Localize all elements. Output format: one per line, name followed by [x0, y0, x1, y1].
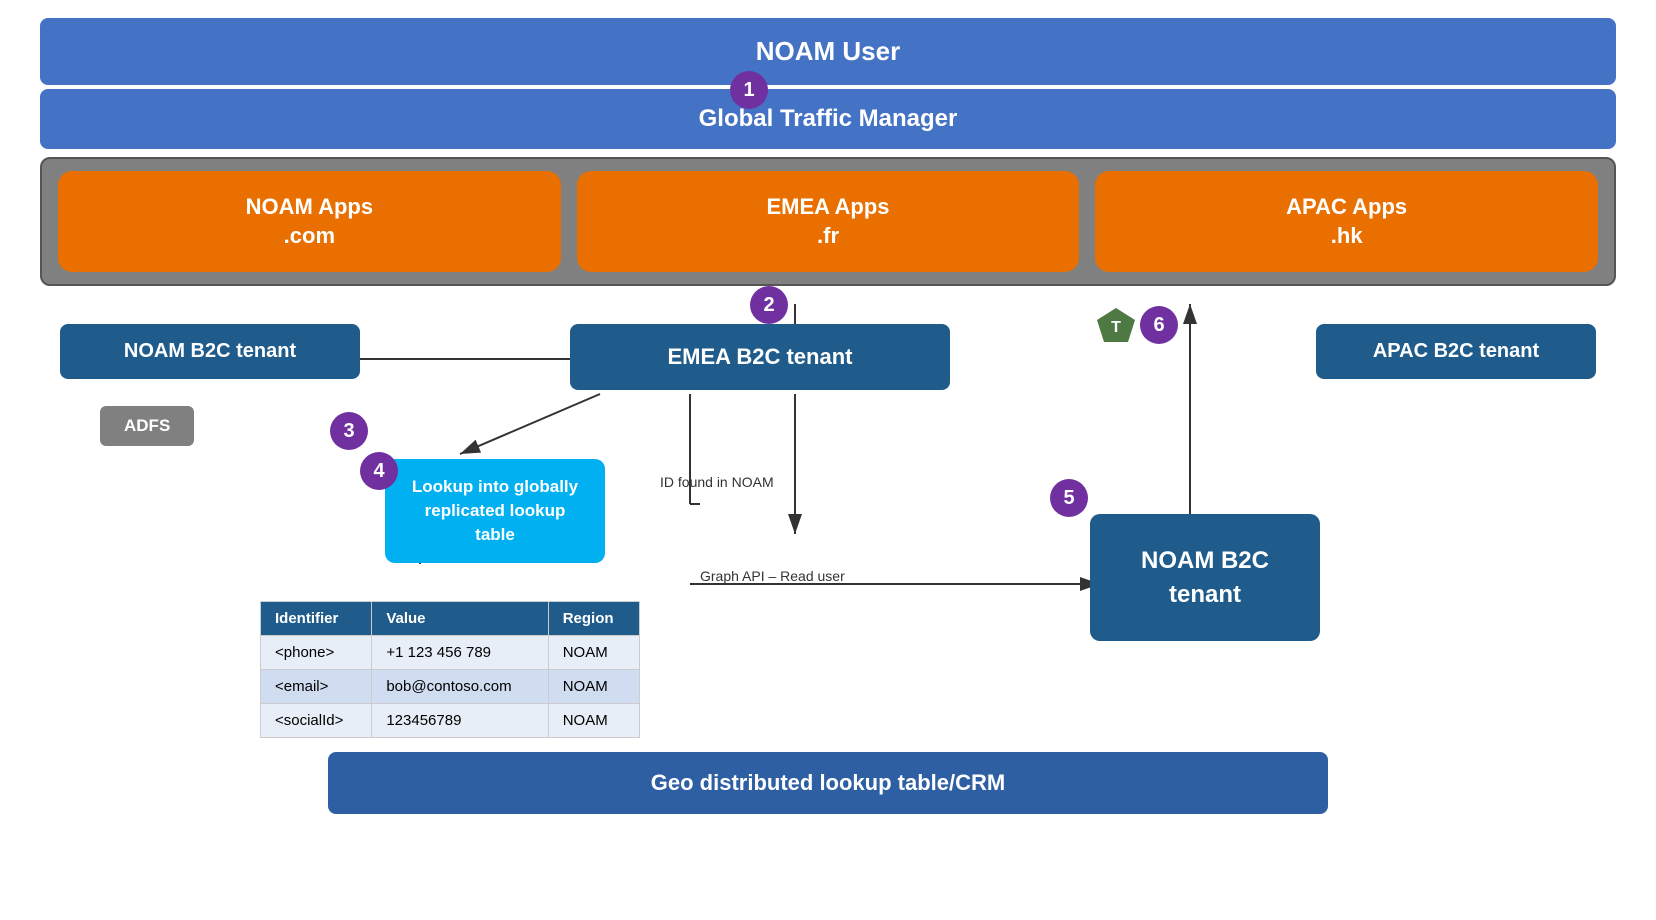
- diagram-container: NOAM User 1 Global Traffic Manager NOAM …: [0, 0, 1656, 920]
- svg-text:T: T: [1111, 319, 1121, 336]
- table-row: <phone> +1 123 456 789 NOAM: [261, 636, 640, 670]
- col-header-region: Region: [548, 602, 639, 636]
- table-row: <email> bob@contoso.com NOAM: [261, 670, 640, 704]
- apps-outer: NOAM Apps .com EMEA Apps .fr APAC Apps .…: [40, 157, 1616, 286]
- apac-b2c-tenant-box: APAC B2C tenant: [1316, 324, 1596, 379]
- col-header-identifier: Identifier: [261, 602, 372, 636]
- geo-bar: Geo distributed lookup table/CRM: [328, 752, 1328, 814]
- table-row: <socialId> 123456789 NOAM: [261, 704, 640, 738]
- gtm-label: Global Traffic Manager: [699, 105, 958, 132]
- lookup-table: Identifier Value Region <phone> +1 123 4…: [260, 601, 640, 738]
- emea-b2c-tenant-box: EMEA B2C tenant: [570, 324, 950, 390]
- badge-6: 6: [1140, 306, 1178, 344]
- badge-4: 4: [360, 452, 398, 490]
- badge-2: 2: [750, 286, 788, 324]
- noam-b2c-large-box: NOAM B2C tenant: [1090, 514, 1320, 641]
- noam-user-bar: NOAM User: [40, 18, 1616, 85]
- gtm-row: 1 Global Traffic Manager: [40, 89, 1616, 149]
- id-found-label: ID found in NOAM: [660, 474, 774, 490]
- apac-app-box: APAC Apps .hk: [1095, 171, 1598, 272]
- graph-api-label: Graph API – Read user: [700, 568, 845, 584]
- emea-app-box: EMEA Apps .fr: [577, 171, 1080, 272]
- badge-1: 1: [730, 71, 768, 109]
- badge-3: 3: [330, 412, 368, 450]
- noam-app-box: NOAM Apps .com: [58, 171, 561, 272]
- pentagon-icon: T: [1095, 306, 1137, 351]
- gtm-bar: Global Traffic Manager: [40, 89, 1616, 149]
- col-header-value: Value: [372, 602, 548, 636]
- noam-user-label: NOAM User: [756, 36, 900, 66]
- middle-section: NOAM B2C tenant ADFS 3 4 Lookup into glo…: [40, 304, 1616, 814]
- noam-b2c-tenant-box: NOAM B2C tenant: [60, 324, 360, 379]
- adfs-box: ADFS: [100, 406, 194, 446]
- lookup-bubble: Lookup into globally replicated lookup t…: [385, 459, 605, 562]
- badge-5: 5: [1050, 479, 1088, 517]
